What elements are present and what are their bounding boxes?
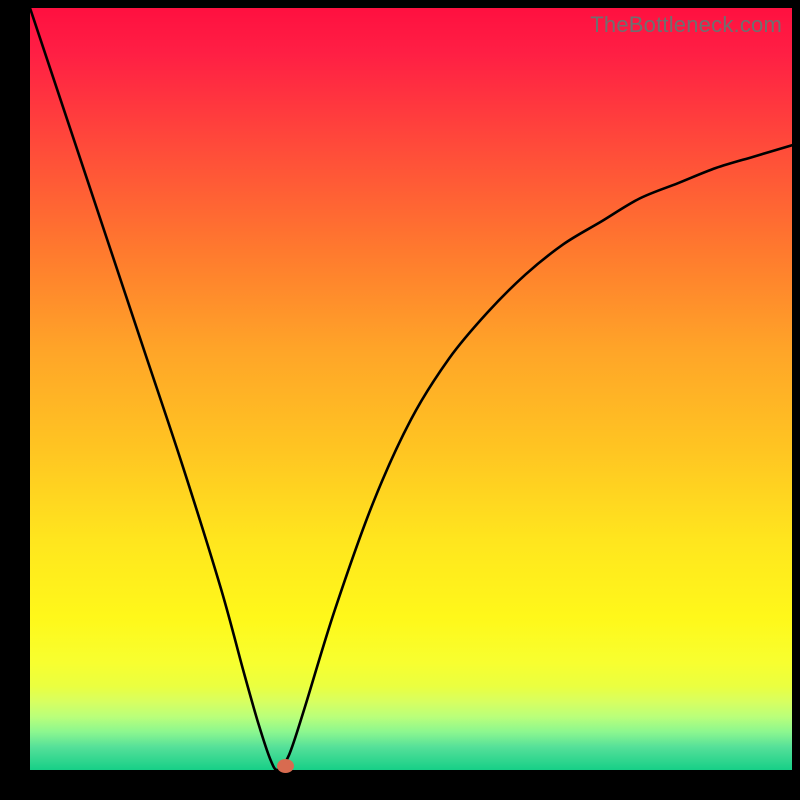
curve-svg (30, 8, 792, 770)
chart-frame: TheBottleneck.com (0, 0, 800, 800)
plot-area: TheBottleneck.com (30, 8, 792, 770)
bottleneck-curve (30, 8, 792, 770)
optimum-marker (277, 759, 294, 773)
